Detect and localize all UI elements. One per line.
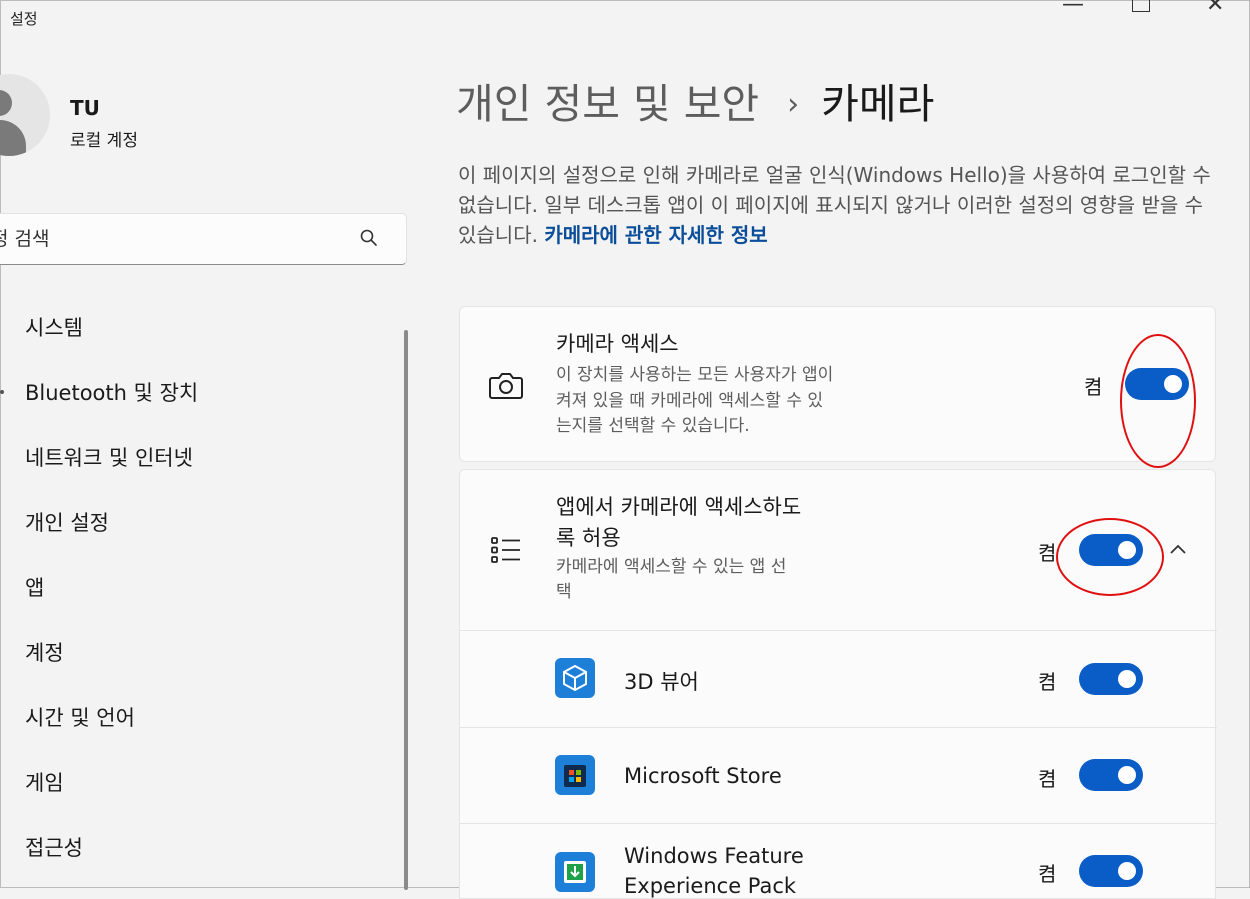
search-input[interactable] [0,214,333,264]
breadcrumb-separator: › [787,87,800,122]
camera-access-subtitle-3: 는지를 선택할 수 있습니다. [556,416,750,436]
app-access-title-2: 록 허용 [556,526,621,550]
list-icon [491,537,520,563]
maximize-button[interactable] [1132,0,1150,12]
user-account-type: 로컬 계정 [70,131,138,151]
minimize-button[interactable]: — [1062,0,1084,17]
sidebar-item-system[interactable]: 시스템 [25,312,83,342]
app-name-line-1: Windows Feature [624,844,804,868]
app-state: 켬 [1038,670,1057,694]
divider [460,630,1217,631]
app-state: 켬 [1038,767,1057,791]
app-access-subtitle-2: 택 [556,582,572,602]
breadcrumb: 개인 정보 및 보안 › 카메라 [456,70,934,130]
app-access-title-1: 앱에서 카메라에 액세스하도 [556,495,802,519]
sidebar-scrollbar[interactable] [404,330,408,890]
app-access-card: 앱에서 카메라에 액세스하도 록 허용 카메라에 액세스할 수 있는 앱 선 택… [459,469,1217,899]
chevron-up-icon[interactable] [1168,542,1188,556]
sidebar-item-accessibility[interactable]: 접근성 [25,832,83,862]
camera-access-subtitle-2: 켜져 있을 때 카메라에 액세스할 수 있 [556,391,824,411]
window-title: 설정 [10,10,38,28]
app-name: 3D 뷰어 [624,670,699,694]
app-access-state: 켬 [1038,541,1057,565]
sidebar-item-personalization[interactable]: 개인 설정 [25,507,109,537]
download-icon [555,852,595,892]
camera-icon [489,373,523,399]
breadcrumb-parent[interactable]: 개인 정보 및 보안 [456,80,759,128]
sidebar-item-network[interactable]: 네트워크 및 인터넷 [25,442,193,472]
app-access-subtitle-1: 카메라에 액세스할 수 있는 앱 선 [556,557,787,577]
app-name-line-2: Experience Pack [624,874,797,898]
sidebar-item-apps[interactable]: 앱 [25,572,44,602]
app-toggle[interactable] [1079,663,1143,695]
avatar[interactable] [0,74,50,156]
camera-access-card: 카메라 액세스 이 장치를 사용하는 모든 사용자가 앱이 켜져 있을 때 카메… [459,306,1216,462]
camera-access-state: 켬 [1084,375,1103,399]
camera-info-link[interactable]: 카메라에 관한 자세한 정보 [544,223,767,247]
page-title: 카메라 [821,80,935,128]
cube-icon [555,658,595,698]
camera-access-toggle[interactable] [1125,368,1189,400]
store-icon [555,755,595,795]
user-name: TU [70,96,100,120]
divider [460,823,1217,824]
app-access-toggle[interactable] [1079,534,1143,566]
close-button[interactable]: ✕ [1206,0,1224,17]
nav-dot [0,390,4,394]
page-description: 이 페이지의 설정으로 인해 카메라로 얼굴 인식(Windows Hello)… [458,160,1218,250]
sidebar-item-gaming[interactable]: 게임 [25,767,64,797]
sidebar-item-accounts[interactable]: 계정 [25,637,64,667]
search-box[interactable] [0,213,407,265]
camera-access-subtitle-1: 이 장치를 사용하는 모든 사용자가 앱이 [556,365,834,385]
app-toggle[interactable] [1079,759,1143,791]
app-state: 켬 [1038,862,1057,886]
sidebar-item-bluetooth[interactable]: Bluetooth 및 장치 [25,377,198,407]
search-icon[interactable] [359,228,379,248]
app-toggle[interactable] [1079,855,1143,887]
divider [460,727,1217,728]
sidebar-item-time-language[interactable]: 시간 및 언어 [25,702,135,732]
app-name: Microsoft Store [624,764,782,788]
camera-access-title: 카메라 액세스 [556,332,679,356]
